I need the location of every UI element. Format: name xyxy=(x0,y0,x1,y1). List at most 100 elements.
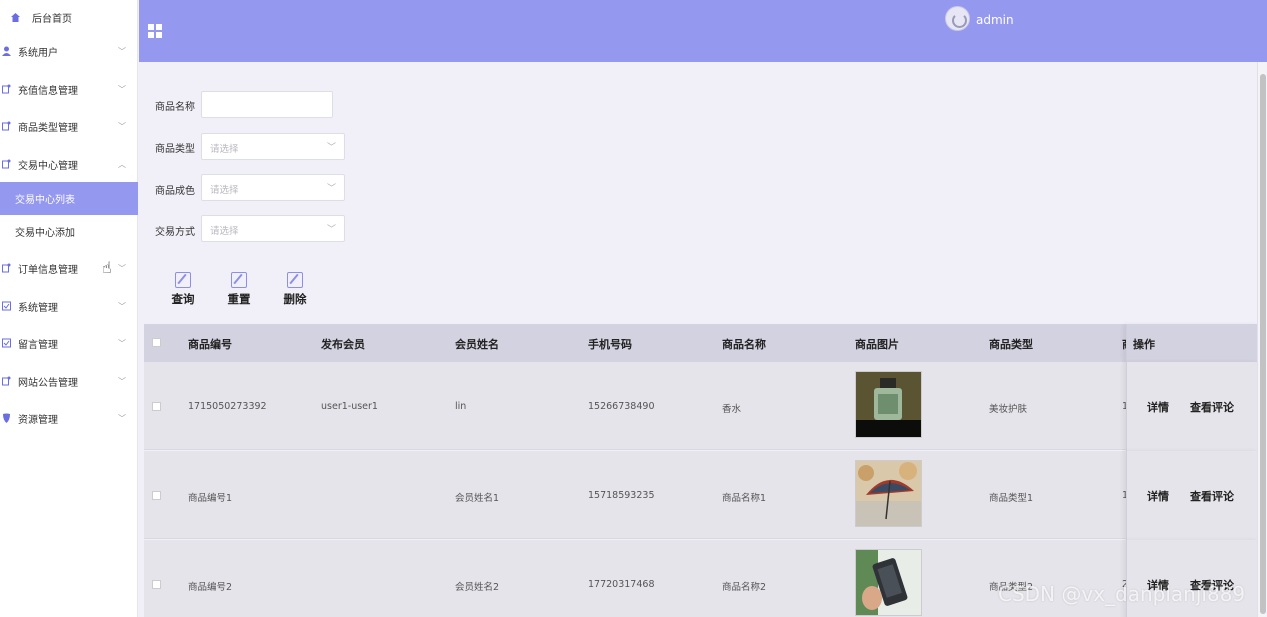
cell-code: 商品编号1 xyxy=(188,493,233,504)
select-placeholder: 请选择 xyxy=(210,226,239,237)
hand-cursor-icon: ☝ xyxy=(102,258,112,277)
sidebar-item-system[interactable]: 系统管理 ﹀ xyxy=(0,289,138,323)
sidebar-item-label: 充值信息管理 xyxy=(18,85,78,97)
sidebar-subitem-trade-list[interactable]: 交易中心列表 xyxy=(0,182,138,215)
cell-phone: 15266738490 xyxy=(588,401,655,412)
product-type-label: 商品类型 xyxy=(155,144,195,155)
chevron-down-icon: ﹀ xyxy=(118,338,126,348)
sidebar-item-label: 系统管理 xyxy=(18,302,58,314)
main-content: 商品名称 商品类型 请选择 ﹀ 商品成色 请选择 ﹀ 交易方式 请选择 ﹀ 查询… xyxy=(139,62,1267,617)
username[interactable]: admin xyxy=(976,13,1014,27)
sidebar-item-trade-center[interactable]: 交易中心管理 ︿ xyxy=(0,147,138,181)
op-header: 操作 xyxy=(1133,338,1155,351)
cell-product: 香水 xyxy=(722,404,742,415)
checkbox-icon xyxy=(0,300,12,312)
op-column-header: 操作 xyxy=(1126,324,1260,362)
select-all-checkbox[interactable] xyxy=(152,338,161,347)
checkbox-icon xyxy=(0,337,12,349)
product-image-phone[interactable] xyxy=(855,549,922,616)
column-header[interactable]: 商品编号 xyxy=(188,336,232,352)
op-cell: 详情 查看评论 xyxy=(1126,362,1260,451)
sidebar-item-resources[interactable]: 资源管理 ﹀ xyxy=(0,401,138,435)
cell-code: 商品编号2 xyxy=(188,582,233,593)
user-icon xyxy=(0,45,12,57)
home-icon xyxy=(9,11,21,23)
sidebar-item-label: 交易中心管理 xyxy=(18,160,78,172)
product-condition-label: 商品成色 xyxy=(155,186,195,197)
product-image-umbrella[interactable] xyxy=(855,460,922,527)
chevron-down-icon: ﹀ xyxy=(118,301,126,311)
query-button-label: 查询 xyxy=(171,292,195,306)
link-icon xyxy=(0,120,12,132)
chevron-down-icon: ﹀ xyxy=(118,46,126,56)
cell-phone: 17720317468 xyxy=(588,579,655,590)
trade-method-select[interactable]: 请选择 ﹀ xyxy=(201,215,345,242)
sidebar-item-orders[interactable]: 订单信息管理 ﹀ xyxy=(0,251,138,285)
watermark: CSDN @vx_danpianji889 xyxy=(998,582,1246,606)
sidebar-item-system-users[interactable]: 系统用户 ﹀ xyxy=(0,34,138,68)
cell-phone: 15718593235 xyxy=(588,490,655,501)
chevron-down-icon: ﹀ xyxy=(118,263,126,273)
chevron-down-icon: ﹀ xyxy=(326,225,336,235)
sidebar-item-announcements[interactable]: 网站公告管理 ﹀ xyxy=(0,364,138,398)
top-header: admin xyxy=(139,0,1267,62)
sidebar: 后台首页 系统用户 ﹀ 充值信息管理 ﹀ 商品类型管理 ﹀ 交易中心管理 ︿ 交… xyxy=(0,0,138,617)
detail-button[interactable]: 详情 xyxy=(1147,488,1169,504)
row-checkbox[interactable] xyxy=(152,580,161,589)
chevron-down-icon: ﹀ xyxy=(118,121,126,131)
product-type-select[interactable]: 请选择 ﹀ xyxy=(201,133,345,160)
select-placeholder: 请选择 xyxy=(210,185,239,196)
cell-type: 商品类型1 xyxy=(989,493,1034,504)
reset-button[interactable]: 重置 xyxy=(219,272,259,308)
sidebar-item-label: 系统用户 xyxy=(18,47,58,59)
select-placeholder: 请选择 xyxy=(210,144,239,155)
shield-icon xyxy=(0,412,12,424)
column-header[interactable]: 商品名称 xyxy=(722,336,766,352)
link-icon xyxy=(0,158,12,170)
link-icon xyxy=(0,375,12,387)
link-icon xyxy=(0,262,12,274)
row-checkbox[interactable] xyxy=(152,491,161,500)
edit-icon xyxy=(175,272,191,288)
product-image-perfume[interactable] xyxy=(855,371,922,438)
sidebar-item-label: 资源管理 xyxy=(18,414,58,426)
sidebar-item-product-type[interactable]: 商品类型管理 ﹀ xyxy=(0,109,138,143)
cell-product: 商品名称2 xyxy=(722,582,767,593)
chevron-up-icon: ︿ xyxy=(118,159,126,169)
delete-button[interactable]: 删除 xyxy=(275,272,315,308)
column-header[interactable]: 发布会员 xyxy=(321,336,365,352)
column-header[interactable]: 会员姓名 xyxy=(455,336,499,352)
column-header[interactable]: 商品类型 xyxy=(989,336,1033,352)
menu-grid-icon[interactable] xyxy=(148,24,162,38)
query-button[interactable]: 查询 xyxy=(163,272,203,308)
column-header[interactable]: 手机号码 xyxy=(588,336,632,352)
sidebar-item-home[interactable]: 后台首页 xyxy=(0,0,138,34)
chevron-down-icon: ﹀ xyxy=(118,376,126,386)
sidebar-subitem-label: 交易中心列表 xyxy=(15,195,75,206)
cell-name: lin xyxy=(455,401,467,412)
sidebar-home-label: 后台首页 xyxy=(32,13,72,25)
column-header[interactable]: 商品图片 xyxy=(855,336,899,352)
view-review-button[interactable]: 查看评论 xyxy=(1190,488,1234,504)
cell-name: 会员姓名2 xyxy=(455,582,500,593)
sidebar-item-messages[interactable]: 留言管理 ﹀ xyxy=(0,326,138,360)
sidebar-item-recharge[interactable]: 充值信息管理 ﹀ xyxy=(0,72,138,106)
vertical-scrollbar[interactable] xyxy=(1257,62,1267,617)
row-checkbox[interactable] xyxy=(152,402,161,411)
product-condition-select[interactable]: 请选择 ﹀ xyxy=(201,174,345,201)
chevron-down-icon: ﹀ xyxy=(326,143,336,153)
scrollbar-thumb[interactable] xyxy=(1260,74,1266,614)
avatar[interactable] xyxy=(945,6,970,31)
reset-button-label: 重置 xyxy=(227,292,251,306)
sidebar-item-label: 订单信息管理 xyxy=(18,264,78,276)
sidebar-item-label: 留言管理 xyxy=(18,339,58,351)
product-name-input[interactable] xyxy=(201,91,333,118)
cell-code: 1715050273392 xyxy=(188,401,267,412)
trade-method-label: 交易方式 xyxy=(155,227,195,238)
op-cell: 详情 查看评论 xyxy=(1126,451,1260,540)
chevron-down-icon: ﹀ xyxy=(118,413,126,423)
sidebar-item-label: 网站公告管理 xyxy=(18,377,78,389)
detail-button[interactable]: 详情 xyxy=(1147,399,1169,415)
sidebar-subitem-trade-add[interactable]: 交易中心添加 xyxy=(0,215,138,248)
view-review-button[interactable]: 查看评论 xyxy=(1190,399,1234,415)
